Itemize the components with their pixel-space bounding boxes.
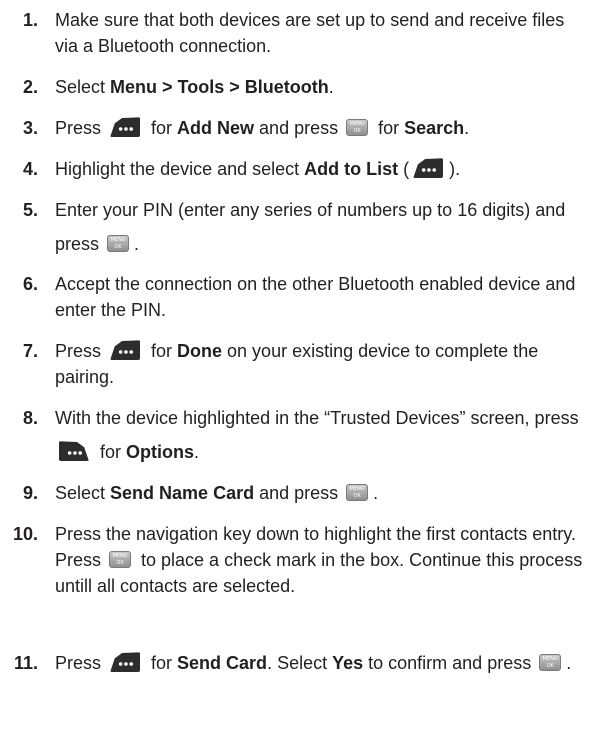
- step-text: Press for Send Card. Select Yes to confi…: [55, 652, 572, 673]
- step-number: 3.: [22, 118, 38, 138]
- step-number: 10.: [12, 524, 38, 544]
- left-softkey-icon: [110, 340, 141, 361]
- menu-ok-key-icon: MENU OK: [539, 653, 562, 671]
- step-text: Select Send Name Card and press MENU OK.: [55, 483, 379, 503]
- step-number: 6.: [22, 274, 38, 294]
- menu-ok-key-icon: MENU OK: [346, 118, 369, 136]
- left-softkey-icon: [413, 158, 444, 179]
- step-number: 1.: [22, 10, 38, 30]
- step-text: With the device highlighted in the “Trus…: [55, 408, 579, 462]
- step-text: Select Menu > Tools > Bluetooth.: [55, 77, 334, 97]
- step-number: 9.: [22, 483, 38, 503]
- menu-ok-key-icon: MENU OK: [107, 234, 130, 252]
- menu-path: Menu > Tools > Bluetooth: [110, 77, 329, 97]
- step-text: Make sure that both devices are set up t…: [55, 10, 565, 56]
- step-text: Press the navigation key down to highlig…: [55, 524, 583, 596]
- step-text: Accept the connection on the other Bluet…: [55, 274, 576, 320]
- instruction-steps: 1. Make sure that both devices are set u…: [0, 0, 592, 745]
- step-text: Enter your PIN (enter any series of numb…: [55, 200, 566, 254]
- right-softkey-icon: [59, 441, 89, 462]
- menu-ok-key-icon: MENU OK: [109, 550, 132, 568]
- left-softkey-icon: [110, 117, 141, 138]
- step-number: 7.: [22, 341, 38, 361]
- step-number: 4.: [22, 159, 38, 179]
- left-softkey-icon: [110, 652, 141, 673]
- menu-ok-key-icon: MENU OK: [346, 483, 369, 501]
- step-number: 2.: [22, 77, 38, 97]
- step-number: 8.: [22, 408, 38, 428]
- step-text: Press for Done on your existing device t…: [55, 340, 539, 387]
- step-text: Highlight the device and select Add to L…: [55, 158, 461, 179]
- step-number: 5.: [22, 200, 38, 220]
- step-text: Press for Add New and press MENU OK for S…: [55, 117, 470, 138]
- step-number: 11.: [13, 653, 38, 673]
